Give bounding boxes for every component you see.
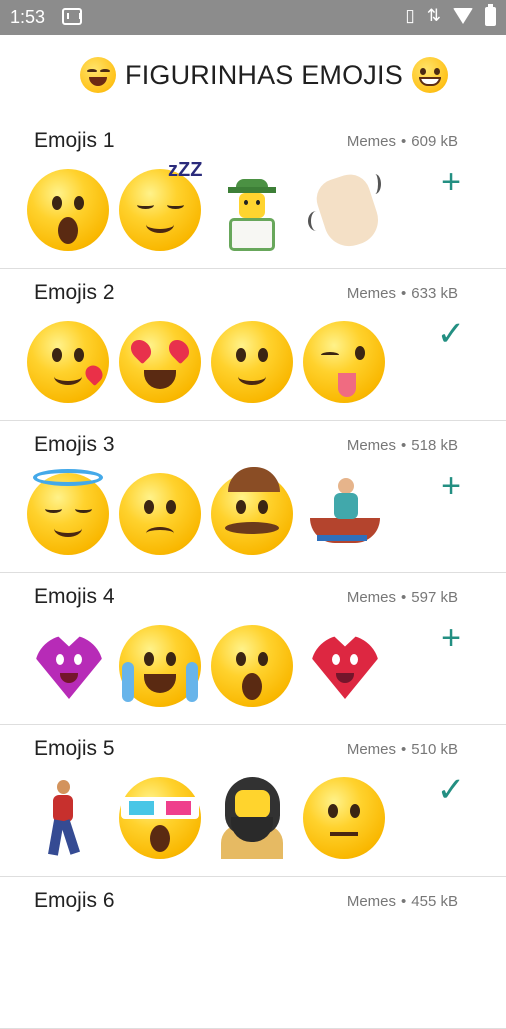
pack-name: Emojis 2 — [34, 281, 115, 304]
pack-meta: Memes • 633 kB — [347, 285, 458, 302]
pack-added-check[interactable] — [434, 925, 468, 959]
pack-size: 518 kB — [411, 437, 458, 454]
pack-category: Memes — [346, 741, 397, 758]
winking-tongue-face-sticker — [303, 321, 385, 403]
amazed-face-sticker — [211, 625, 293, 707]
meta-separator: • — [401, 589, 407, 606]
sticker-pack-row[interactable]: Emojis 3 Memes • 518 kB + — [0, 421, 506, 573]
pack-name: Emojis 6 — [34, 889, 115, 912]
pack-category: Memes — [346, 437, 397, 454]
sticker-pack-row[interactable]: Emojis 2 Memes • 633 kB ✓ — [0, 269, 506, 421]
add-pack-button[interactable]: + — [434, 165, 468, 199]
pack-meta: Memes • 510 kB — [347, 741, 458, 758]
rowboat-sticker — [303, 473, 385, 555]
pack-category: Memes — [346, 133, 397, 150]
pack-added-check[interactable]: ✓ — [434, 773, 468, 807]
pack-size: 609 kB — [411, 133, 458, 150]
sticker-preview-row — [27, 777, 385, 863]
status-bar: 1:53 ▯ ⇅ — [0, 0, 506, 35]
pack-category: Memes — [346, 893, 397, 910]
laughing-face-icon — [80, 57, 116, 93]
meta-separator: • — [401, 893, 407, 910]
vibrate-icon: ▯ — [405, 6, 415, 25]
pack-name: Emojis 4 — [34, 585, 115, 608]
sticker-preview-row — [27, 625, 385, 711]
mustache-face-sticker — [211, 467, 293, 555]
pack-size: 510 kB — [411, 741, 458, 758]
sticker-preview-row — [27, 467, 385, 559]
status-icons: ▯ ⇅ — [405, 3, 496, 26]
crying-face-sticker — [119, 625, 201, 707]
meta-separator: • — [401, 437, 407, 454]
meta-separator: • — [401, 285, 407, 302]
3d-glasses-face-sticker — [119, 777, 201, 859]
pack-category: Memes — [346, 589, 397, 606]
pack-category: Memes — [346, 285, 397, 302]
app-header: FIGURINHAS EMOJIS — [0, 35, 506, 117]
worried-face-sticker — [119, 473, 201, 555]
pack-name: Emojis 1 — [34, 129, 115, 152]
pack-size: 633 kB — [411, 285, 458, 302]
pack-meta: Memes • 518 kB — [347, 437, 458, 454]
surprised-face-sticker — [211, 321, 293, 403]
status-time: 1:53 — [10, 7, 46, 27]
sticker-preview-row — [27, 321, 385, 407]
sticker-pack-row[interactable]: Emojis 4 Memes • 597 kB + — [0, 573, 506, 725]
shocked-face-sticker — [27, 169, 109, 251]
sticker-pack-row[interactable]: Emojis 1 Memes • 609 kB zZZ + — [0, 117, 506, 269]
pack-size: 597 kB — [411, 589, 458, 606]
app-title: FIGURINHAS EMOJIS — [125, 59, 403, 90]
pack-meta: Memes • 455 kB — [347, 893, 458, 910]
sticker-preview-row: zZZ — [27, 159, 385, 255]
waving-hand-sticker — [303, 169, 385, 253]
pack-meta: Memes • 609 kB — [347, 133, 458, 150]
angel-face-sticker — [27, 469, 109, 555]
walking-person-sticker — [27, 777, 109, 859]
sleeping-face-sticker: zZZ — [119, 159, 202, 251]
wifi-icon — [453, 8, 473, 24]
meta-separator: • — [401, 133, 407, 150]
heart-eyes-face-sticker — [119, 321, 201, 403]
pack-added-check[interactable]: ✓ — [434, 317, 468, 351]
sticker-pack-row[interactable]: Emojis 5 Memes • 510 kB ✓ — [0, 725, 506, 877]
pack-meta: Memes • 597 kB — [347, 589, 458, 606]
pack-name: Emojis 3 — [34, 433, 115, 456]
grinning-face-icon — [411, 57, 448, 93]
pack-name: Emojis 5 — [34, 737, 115, 760]
battery-icon — [485, 3, 496, 26]
add-pack-button[interactable]: + — [434, 621, 468, 655]
bearded-man-sticker — [211, 777, 293, 859]
neutral-face-sticker — [303, 777, 385, 859]
lego-farmer-sticker — [211, 169, 293, 251]
purple-heart-face-sticker — [27, 625, 109, 707]
meta-separator: • — [401, 741, 407, 758]
red-heart-face-sticker — [303, 625, 385, 707]
data-arrows-icon: ⇅ — [426, 6, 441, 25]
pack-size: 455 kB — [411, 893, 458, 910]
kissing-face-sticker — [27, 321, 109, 403]
add-pack-button[interactable]: + — [434, 469, 468, 503]
notification-icon — [62, 8, 82, 25]
